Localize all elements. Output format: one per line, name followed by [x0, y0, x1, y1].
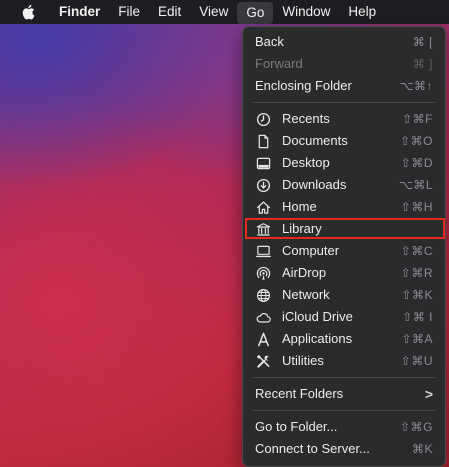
download-icon: [255, 177, 271, 193]
go-airdrop-item[interactable]: AirDrop ⇧⌘R: [243, 262, 445, 284]
network-icon: [255, 287, 271, 303]
menu-item-label: Go to Folder...: [255, 419, 338, 434]
go-icloud-drive-item[interactable]: iCloud Drive ⇧⌘ I: [243, 306, 445, 328]
menu-separator: [253, 102, 435, 103]
go-documents-item[interactable]: Documents ⇧⌘O: [243, 130, 445, 152]
cloud-icon: [255, 309, 271, 325]
go-network-item[interactable]: Network ⇧⌘K: [243, 284, 445, 306]
menu-item-label: Enclosing Folder: [255, 78, 352, 93]
menu-help[interactable]: Help: [339, 0, 385, 24]
apple-logo-icon[interactable]: [12, 0, 44, 24]
go-recent-folders-item[interactable]: Recent Folders >: [243, 383, 445, 405]
go-downloads-item[interactable]: Downloads ⌥⌘L: [243, 174, 445, 196]
menu-item-label: Home: [282, 199, 317, 214]
shortcut-label: ⇧⌘ I: [402, 310, 433, 324]
shortcut-label: ⇧⌘R: [400, 266, 433, 280]
menu-item-label: Back: [255, 34, 284, 49]
go-computer-item[interactable]: Computer ⇧⌘C: [243, 240, 445, 262]
shortcut-label: ⇧⌘H: [400, 200, 433, 214]
menu-item-label: iCloud Drive: [282, 309, 353, 324]
shortcut-label: ⇧⌘G: [400, 420, 433, 434]
shortcut-label: ⌘ ]: [412, 57, 433, 71]
clock-icon: [255, 111, 271, 127]
go-applications-item[interactable]: Applications ⇧⌘A: [243, 328, 445, 350]
menu-file[interactable]: File: [109, 0, 149, 24]
menu-item-label: Applications: [282, 331, 353, 346]
go-library-item[interactable]: Library: [243, 218, 445, 240]
library-icon: [255, 221, 271, 237]
go-recents-item[interactable]: Recents ⇧⌘F: [243, 108, 445, 130]
menu-item-label: Downloads: [282, 177, 347, 192]
document-icon: [255, 133, 271, 149]
menu-item-label: Utilities: [282, 353, 324, 368]
menu-item-label: Connect to Server...: [255, 441, 370, 456]
airdrop-icon: [255, 265, 271, 281]
chevron-right-icon: >: [424, 386, 433, 402]
menu-item-label: Library: [282, 221, 322, 236]
menu-separator: [253, 377, 435, 378]
shortcut-label: ⇧⌘U: [400, 354, 433, 368]
menu-item-label: Documents: [282, 133, 348, 148]
computer-icon: [255, 243, 271, 259]
menu-edit[interactable]: Edit: [149, 0, 190, 24]
menu-item-label: Computer: [282, 243, 340, 258]
shortcut-label: ⇧⌘A: [401, 332, 433, 346]
shortcut-label: ⇧⌘K: [401, 288, 433, 302]
menu-item-label: AirDrop: [282, 265, 327, 280]
applications-icon: [255, 331, 271, 347]
menu-finder[interactable]: Finder: [50, 0, 109, 24]
go-back-item[interactable]: Back ⌘ [: [243, 31, 445, 53]
shortcut-label: ⇧⌘O: [400, 134, 433, 148]
menu-bar: Finder File Edit View Go Window Help: [0, 0, 449, 24]
menu-item-label: Network: [282, 287, 330, 302]
home-icon: [255, 199, 271, 215]
go-to-folder-item[interactable]: Go to Folder... ⇧⌘G: [243, 416, 445, 438]
shortcut-label: ⌥⌘L: [398, 178, 433, 192]
menu-window[interactable]: Window: [273, 0, 339, 24]
shortcut-label: ⌘ [: [412, 35, 433, 49]
shortcut-label: ⇧⌘D: [400, 156, 433, 170]
shortcut-label: ⌘K: [411, 442, 433, 456]
menu-item-label: Forward: [255, 56, 303, 71]
go-forward-item[interactable]: Forward ⌘ ]: [243, 53, 445, 75]
go-desktop-item[interactable]: Desktop ⇧⌘D: [243, 152, 445, 174]
go-enclosing-folder-item[interactable]: Enclosing Folder ⌥⌘↑: [243, 75, 445, 97]
menu-item-label: Recent Folders: [255, 386, 344, 401]
menu-go[interactable]: Go: [237, 1, 274, 24]
connect-to-server-item[interactable]: Connect to Server... ⌘K: [243, 438, 445, 460]
go-utilities-item[interactable]: Utilities ⇧⌘U: [243, 350, 445, 372]
menu-separator: [253, 410, 435, 411]
go-menu-dropdown: Back ⌘ [ Forward ⌘ ] Enclosing Folder ⌥⌘…: [242, 26, 446, 467]
utilities-icon: [255, 353, 271, 369]
shortcut-label: ⇧⌘F: [402, 112, 433, 126]
go-home-item[interactable]: Home ⇧⌘H: [243, 196, 445, 218]
desktop-icon: [255, 155, 271, 171]
shortcut-label: ⇧⌘C: [400, 244, 433, 258]
menu-view[interactable]: View: [190, 0, 237, 24]
menu-item-label: Desktop: [282, 155, 330, 170]
shortcut-label: ⌥⌘↑: [399, 79, 433, 93]
menu-item-label: Recents: [282, 111, 330, 126]
